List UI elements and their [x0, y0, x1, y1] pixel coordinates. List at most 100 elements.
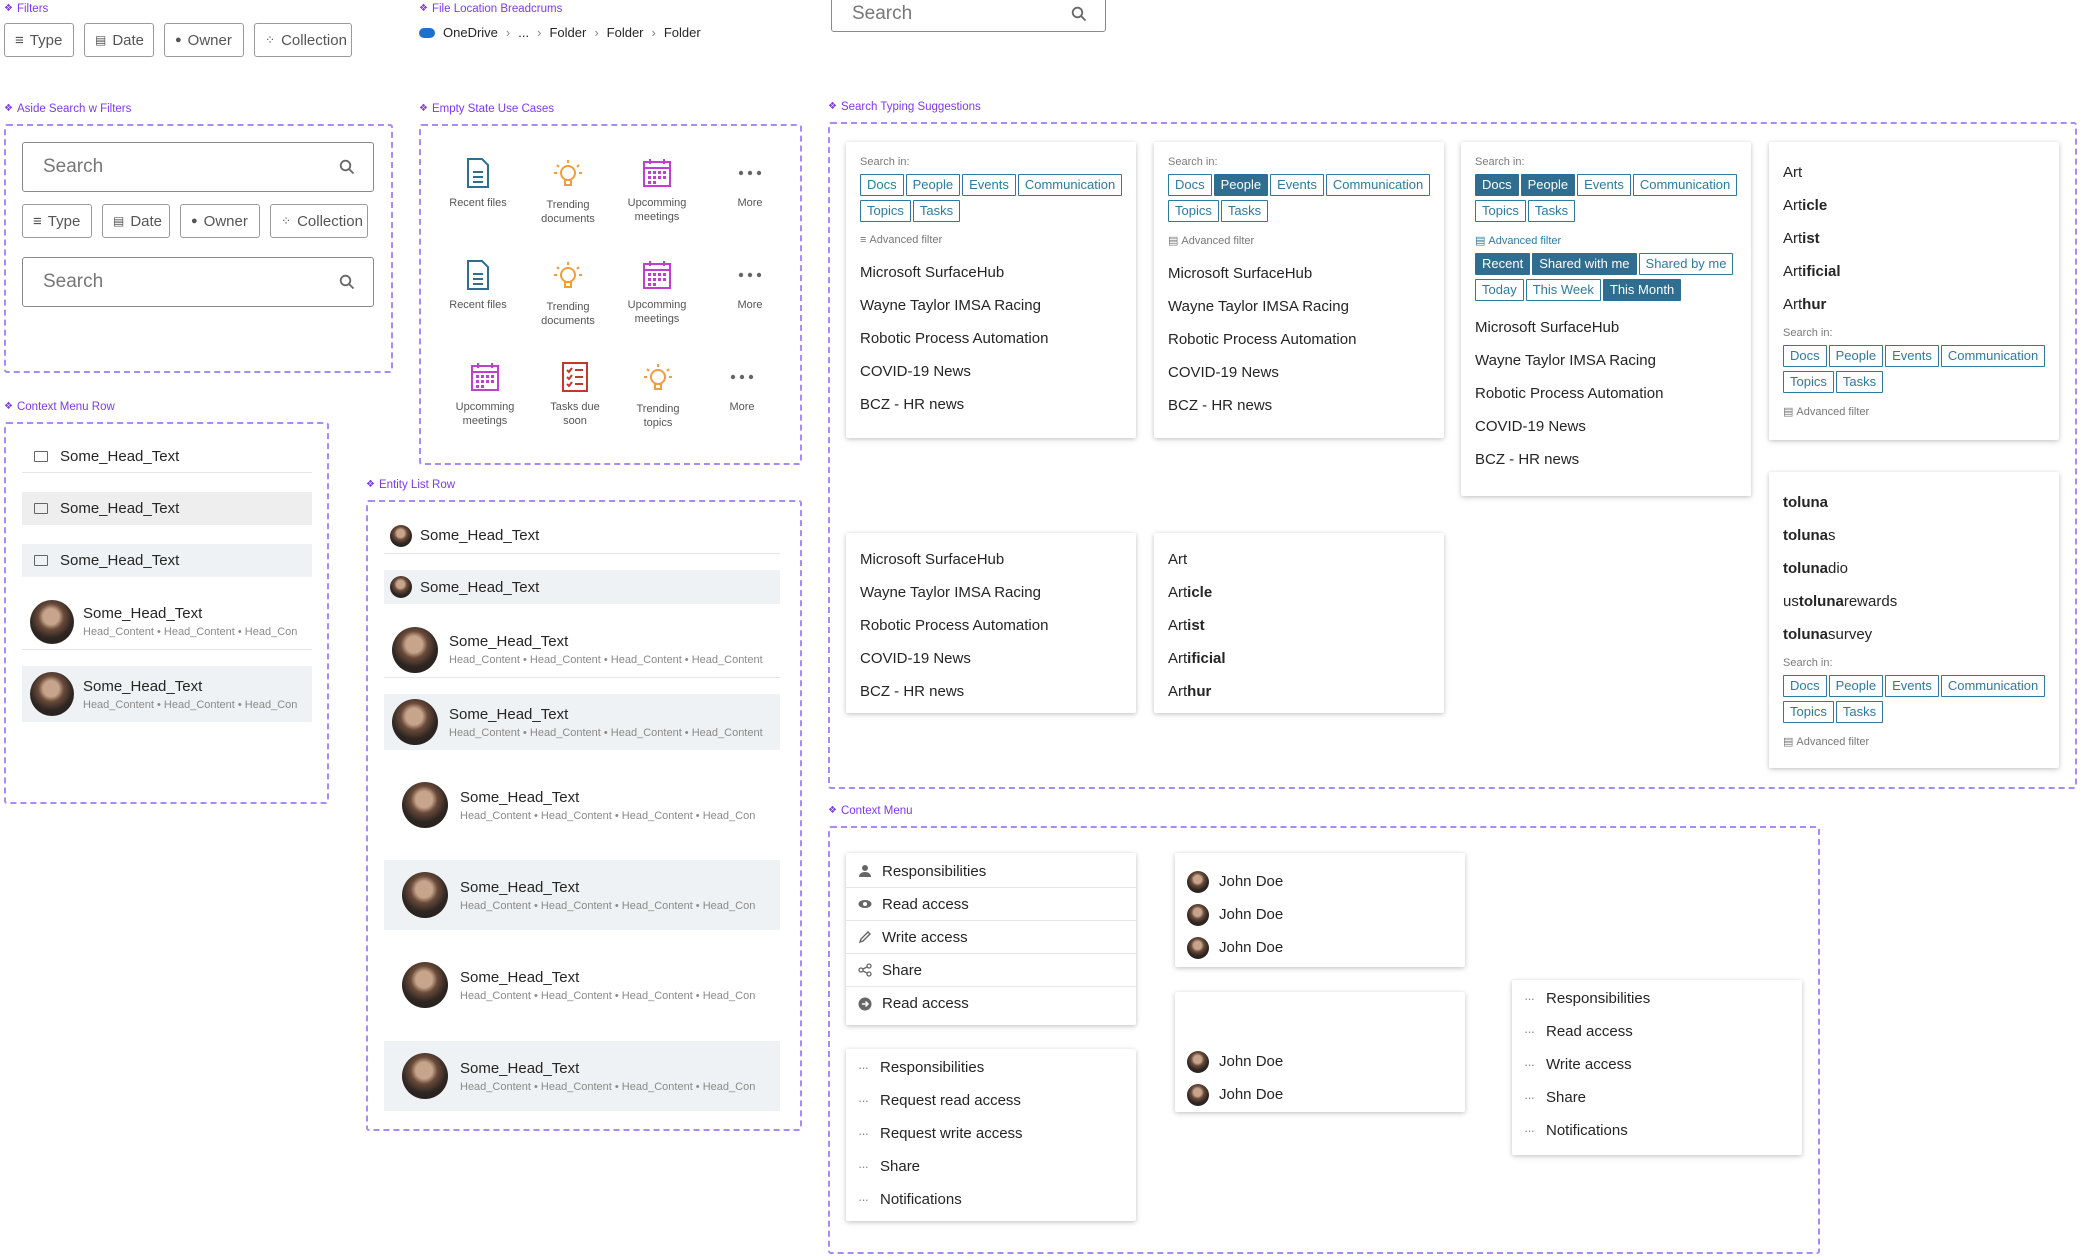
type-filter-chip[interactable]: ≡ Type — [4, 23, 74, 57]
context-row[interactable]: Some_Head_Text — [22, 440, 312, 473]
person-menu-item[interactable]: John Doe — [1175, 1078, 1465, 1111]
suggestion-result[interactable]: Wayne Taylor IMSA Racing — [1475, 344, 1737, 377]
collection-filter-chip[interactable]: ⁘ Collection — [254, 23, 352, 57]
search-in-tag-tasks[interactable]: Tasks — [1220, 200, 1269, 222]
entity-row-small[interactable]: Some_Head_Text — [384, 518, 780, 554]
advanced-filter-link[interactable]: ▤ Advanced filter — [1475, 234, 1737, 248]
breadcrumb-item[interactable]: Folder — [549, 25, 586, 40]
suggestion-result[interactable]: COVID-19 News — [860, 642, 1122, 675]
person-menu-item[interactable]: John Doe — [1175, 931, 1465, 964]
time-filter-tag[interactable]: This Month — [1602, 279, 1682, 301]
autocomplete-item[interactable]: Art ist — [1168, 609, 1430, 642]
context-menu-item[interactable]: ··· Request read access — [846, 1084, 1136, 1117]
entity-row-medium[interactable]: Some_Head_Text Head_Content • Head_Conten… — [384, 622, 780, 678]
search-in-tag-docs[interactable]: Docs — [1783, 675, 1827, 697]
context-menu-item[interactable]: ··· Share — [1512, 1081, 1802, 1114]
time-filter-tag[interactable]: Shared by me — [1638, 253, 1734, 275]
search-in-tag-tasks[interactable]: Tasks — [1835, 701, 1884, 723]
search-in-tag-tasks[interactable]: Tasks — [1527, 200, 1576, 222]
date-filter-chip[interactable]: ▤ Date — [84, 23, 154, 57]
empty-state-item-tasks[interactable]: Tasks due soon — [535, 362, 615, 428]
autocomplete-item[interactable]: Art ificial — [1783, 255, 2045, 288]
date-filter-chip[interactable]: ▤ Date — [102, 204, 170, 238]
context-menu-item[interactable]: ··· Write access — [1512, 1048, 1802, 1081]
autocomplete-item[interactable]: Art icle — [1168, 576, 1430, 609]
autocomplete-item[interactable]: toluna dio — [1783, 552, 2045, 585]
search-in-tag-docs[interactable]: Docs — [1783, 345, 1827, 367]
entity-row-large-selected[interactable]: Some_Head_Text Head_Content • Head_Conten… — [384, 1041, 780, 1111]
suggestion-result[interactable]: COVID-19 News — [860, 355, 1122, 388]
context-row-avatar-selected[interactable]: Some_Head_Text Head_Content • Head_Conte… — [22, 666, 312, 722]
search-in-tag-topics[interactable]: Topics — [1783, 371, 1834, 393]
search-in-tag-topics[interactable]: Topics — [1783, 701, 1834, 723]
type-filter-chip[interactable]: ≡ Type — [22, 204, 92, 238]
person-menu-item[interactable]: John Doe — [1175, 898, 1465, 931]
entity-row-large[interactable]: Some_Head_Text Head_Content • Head_Conten… — [384, 950, 780, 1020]
context-menu-item[interactable]: ··· Notifications — [846, 1183, 1136, 1216]
context-row-hover[interactable]: Some_Head_Text — [22, 492, 312, 525]
context-menu-item[interactable]: Read access — [846, 888, 1136, 921]
search-in-tag-people[interactable]: People — [1520, 174, 1576, 196]
context-menu-item[interactable]: ··· Read access — [1512, 1015, 1802, 1048]
entity-row-medium-selected[interactable]: Some_Head_Text Head_Content • Head_Conten… — [384, 694, 780, 750]
suggestion-result[interactable]: Robotic Process Automation — [1475, 377, 1737, 410]
search-in-tag-docs[interactable]: Docs — [860, 174, 904, 196]
aside-search-input[interactable]: Search — [22, 142, 374, 192]
empty-state-item-bulb[interactable]: Trending topics — [618, 362, 698, 430]
search-in-tag-events[interactable]: Events — [1885, 675, 1939, 697]
autocomplete-item[interactable]: Art ificial — [1168, 642, 1430, 675]
autocomplete-item[interactable]: Art icle — [1783, 189, 2045, 222]
breadcrumb-item[interactable]: Folder — [664, 25, 701, 40]
breadcrumb-item[interactable]: Folder — [607, 25, 644, 40]
empty-state-item-dots[interactable]: More — [702, 362, 782, 414]
entity-row-small-selected[interactable]: Some_Head_Text — [384, 570, 780, 604]
suggestion-result[interactable]: Microsoft SurfaceHub — [860, 256, 1122, 289]
suggestion-result[interactable]: Wayne Taylor IMSA Racing — [860, 576, 1122, 609]
search-in-tag-events[interactable]: Events — [1885, 345, 1939, 367]
advanced-filter-link[interactable]: ▤ Advanced filter — [1168, 234, 1430, 248]
empty-state-item-calendar[interactable]: Upcomming meetings — [445, 362, 525, 428]
suggestion-result[interactable]: Microsoft SurfaceHub — [1475, 311, 1737, 344]
suggestion-result[interactable]: Robotic Process Automation — [1168, 323, 1430, 356]
suggestion-result[interactable]: BCZ - HR news — [860, 675, 1122, 708]
suggestion-result[interactable]: BCZ - HR news — [1168, 389, 1430, 422]
context-menu-item[interactable]: ··· Share — [846, 1150, 1136, 1183]
context-menu-item[interactable]: Write access — [846, 921, 1136, 954]
context-row-avatar[interactable]: Some_Head_Text Head_Content • Head_Conte… — [22, 594, 312, 650]
suggestion-result[interactable]: BCZ - HR news — [1475, 443, 1737, 476]
suggestion-result[interactable]: Robotic Process Automation — [860, 322, 1122, 355]
search-in-tag-events[interactable]: Events — [962, 174, 1016, 196]
person-menu-item[interactable]: John Doe — [1175, 1045, 1465, 1078]
advanced-filter-link[interactable]: ≡ Advanced filter — [860, 234, 1122, 246]
time-filter-tag[interactable]: Shared with me — [1532, 253, 1637, 275]
context-menu-item[interactable]: ··· Responsibilities — [846, 1051, 1136, 1084]
breadcrumb-root[interactable]: OneDrive — [443, 25, 498, 40]
suggestion-result[interactable]: COVID-19 News — [1168, 356, 1430, 389]
search-in-tag-communication[interactable]: Communication — [1940, 675, 2046, 697]
empty-state-item-calendar[interactable]: Upcomming meetings — [617, 260, 697, 326]
search-in-tag-communication[interactable]: Communication — [1632, 174, 1738, 196]
search-in-tag-topics[interactable]: Topics — [1475, 200, 1526, 222]
context-menu-item[interactable]: ··· Notifications — [1512, 1114, 1802, 1147]
empty-state-item-calendar[interactable]: Upcomming meetings — [617, 158, 697, 224]
suggestion-result[interactable]: Wayne Taylor IMSA Racing — [860, 289, 1122, 322]
context-menu-item[interactable]: Share — [846, 954, 1136, 987]
empty-state-item-doc[interactable]: Recent files — [438, 260, 518, 312]
context-menu-item[interactable]: Responsibilities — [846, 855, 1136, 888]
collection-filter-chip[interactable]: ⁘ Collection — [270, 204, 368, 238]
search-in-tag-communication[interactable]: Communication — [1017, 174, 1123, 196]
search-in-tag-events[interactable]: Events — [1577, 174, 1631, 196]
suggestion-result[interactable]: Microsoft SurfaceHub — [860, 543, 1122, 576]
search-in-tag-tasks[interactable]: Tasks — [912, 200, 961, 222]
empty-state-item-dots[interactable]: More — [710, 158, 790, 210]
autocomplete-item[interactable]: toluna survey — [1783, 618, 2045, 651]
time-filter-tag[interactable]: This Week — [1525, 279, 1601, 301]
time-filter-tag[interactable]: Recent — [1475, 253, 1531, 275]
owner-filter-chip[interactable]: ● Owner — [180, 204, 260, 238]
autocomplete-item[interactable]: toluna — [1783, 486, 2045, 519]
context-menu-item[interactable]: Read access — [846, 987, 1136, 1020]
entity-row-large[interactable]: Some_Head_Text Head_Content • Head_Conten… — [384, 770, 780, 840]
empty-state-item-doc[interactable]: Recent files — [438, 158, 518, 210]
search-in-tag-people[interactable]: People — [905, 174, 961, 196]
advanced-filter-link[interactable]: ▤ Advanced filter — [1783, 735, 2045, 749]
